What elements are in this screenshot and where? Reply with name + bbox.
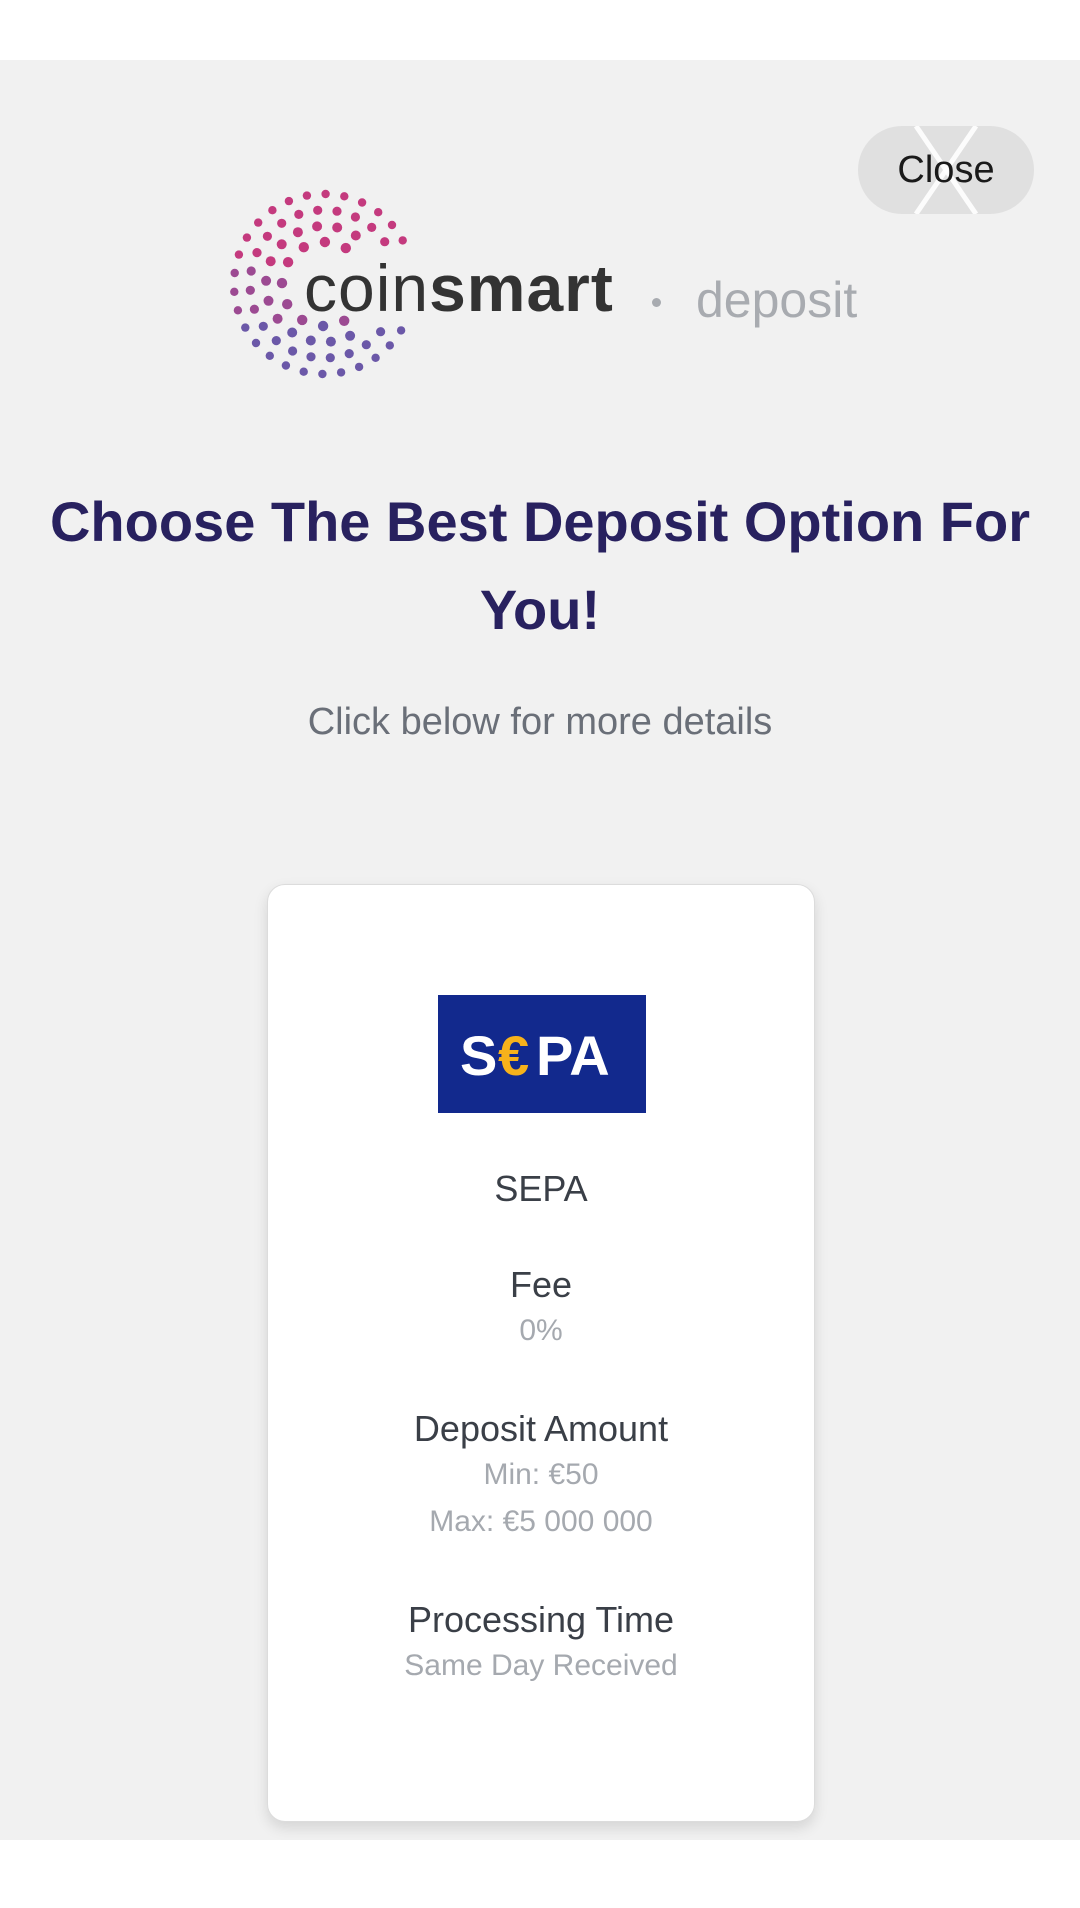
logo-dot [271,336,281,346]
logo-dot [302,191,312,200]
logo-dot [282,257,294,268]
logo-dot [252,248,262,258]
logo-dot [318,369,327,379]
coinsmart-deposit-logo: coinsmart deposit [228,188,868,388]
brand-name: coinsmart [304,248,614,328]
logo-dot [325,353,335,363]
logo-dot [245,285,255,295]
logo-dot [371,353,380,362]
logo-dot [254,218,263,227]
logo-dot [354,362,364,372]
logo-dot [258,321,268,331]
logo-dot [265,351,274,360]
logo-dot [234,250,244,259]
logo-dot [261,275,272,286]
logo-dot [367,222,377,232]
logo-dot [284,196,294,206]
logo-dot [276,277,288,289]
processing-time-value: Same Day Received [404,1649,678,1682]
logo-dot [241,323,250,332]
sepa-logo-s: S [460,1024,497,1087]
logo-dot [345,330,356,341]
sepa-logo: S € PA [438,995,646,1113]
deposit-amount-min: Min: €50 [483,1458,599,1491]
logo-dot [357,198,367,207]
logo-dot [282,299,293,310]
logo-dot [380,237,390,247]
logo-dot [306,352,316,362]
logo-dot [281,361,291,370]
logo-dot [272,313,283,324]
brand-name-light: coin [304,251,430,325]
close-button[interactable]: Close [858,126,1034,214]
logo-dot [249,304,259,314]
logo-dot [246,266,256,276]
logo-dot [276,239,287,250]
brand-section-label: deposit [696,272,858,328]
logo-dot [265,256,276,267]
logo-dot [277,218,287,228]
logo-dot [305,335,316,346]
sepa-logo-euro: € [498,1024,529,1087]
deposit-method-name: SEPA [494,1168,588,1209]
processing-time-label: Processing Time [407,1599,675,1640]
logo-dot [294,209,304,219]
logo-dot [288,346,298,356]
logo-dot [340,192,349,201]
logo-dot [242,233,252,242]
logo-dot [299,367,308,376]
page-subtitle: Click below for more details [307,701,773,743]
logo-dot [313,205,323,215]
logo-dot [268,206,277,215]
logo-dot [287,327,298,338]
logo-dot [325,336,336,347]
logo-dot [332,222,343,233]
logo-dot [350,230,361,241]
logo-dot [344,349,354,359]
logo-dot [230,287,239,296]
logo-dot [312,221,323,232]
screen: Close coinsmart deposit Choose The Best … [0,0,1080,1908]
deposit-amount-label: Deposit Amount [413,1408,669,1449]
fee-value: 0% [519,1314,563,1347]
logo-dot [321,189,330,199]
logo-dot [251,338,261,348]
deposit-amount-max: Max: €5 000 000 [429,1505,653,1538]
logo-dot [336,368,346,377]
deposit-option-card-sepa[interactable]: S € PA SEPA Fee 0% Deposit Amount Min: €… [267,884,815,1822]
logo-dot [387,220,397,230]
deposit-modal: Close coinsmart deposit Choose The Best … [0,60,1080,1840]
logo-dot [398,236,407,245]
logo-dot [230,268,239,278]
page-title: Choose The Best Deposit Option For You! [49,490,1031,641]
logo-dot [385,341,394,350]
fee-label: Fee [509,1264,573,1305]
logo-dot [361,340,371,350]
close-button-label: Close [897,149,995,191]
logo-dot [263,295,274,306]
logo-dot [292,227,303,238]
logo-dot [374,208,383,217]
logo-dot [262,231,272,241]
logo-dot [319,236,331,248]
logo-dot [332,206,342,216]
logo-dot [350,212,360,222]
logo-dot [233,306,243,315]
brand-name-bold: smart [429,251,614,325]
logo-dot [376,327,386,337]
sepa-logo-pa: PA [536,1024,610,1087]
brand-separator-dot [652,298,661,307]
